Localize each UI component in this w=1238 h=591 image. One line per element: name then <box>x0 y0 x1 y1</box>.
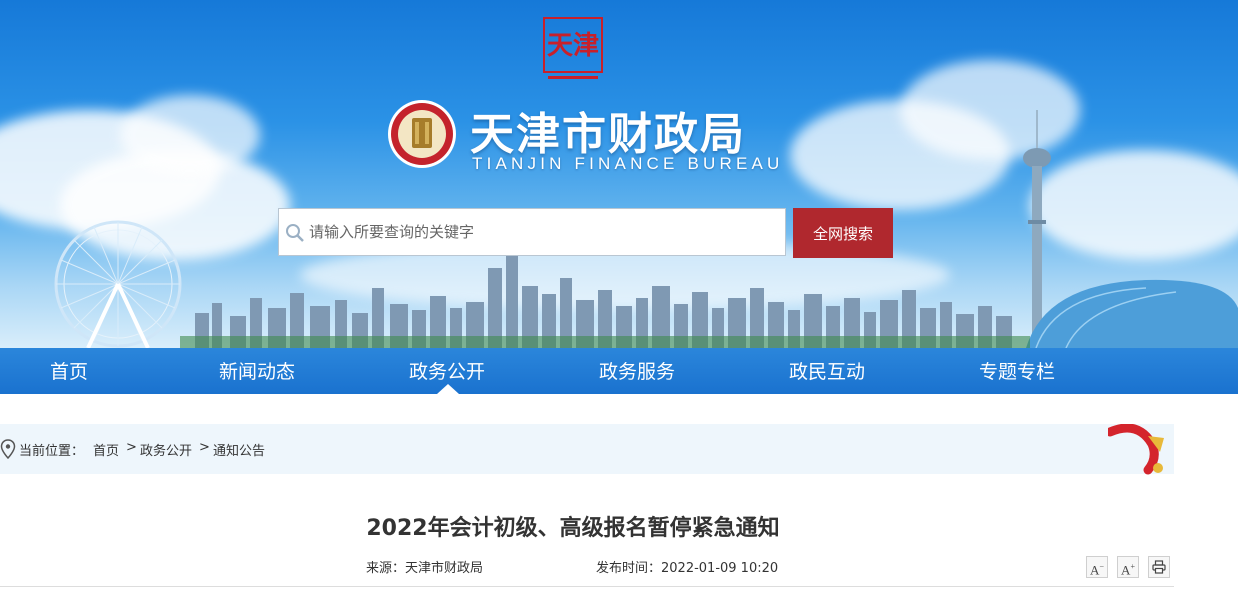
font-larger-button[interactable]: A+ <box>1117 556 1139 578</box>
cloud-decoration <box>120 95 260 175</box>
site-subtitle: TIANJIN FINANCE BUREAU <box>472 154 784 173</box>
nav-item-home[interactable]: 首页 <box>50 348 88 394</box>
breadcrumb-label: 当前位置： <box>19 444 85 459</box>
nav-item-services[interactable]: 政务服务 <box>599 348 675 394</box>
active-nav-indicator <box>437 384 459 394</box>
seal-text: 天津 <box>547 31 599 61</box>
printer-icon <box>1152 560 1166 574</box>
location-pin-icon <box>0 439 16 459</box>
article-publish-time: 发布时间：2022-01-09 10:20 <box>596 561 779 576</box>
finance-bureau-emblem <box>388 100 456 168</box>
search-box <box>278 208 786 256</box>
breadcrumb-separator: > <box>126 440 137 455</box>
site-search-button[interactable]: 全网搜索 <box>793 208 893 258</box>
breadcrumb-home[interactable]: 首页 <box>93 440 119 459</box>
header-divider <box>0 586 1174 587</box>
main-nav: 首页 新闻动态 政务公开 政务服务 政民互动 专题专栏 <box>0 348 1238 394</box>
article-title: 2022年会计初级、高级报名暂停紧急通知 <box>366 516 780 541</box>
search-icon <box>286 224 304 242</box>
breadcrumb-notices[interactable]: 通知公告 <box>213 440 265 459</box>
search-input[interactable] <box>309 209 779 255</box>
site-title: 天津市财政局 <box>470 109 746 160</box>
print-button[interactable] <box>1148 556 1170 578</box>
ribbon-decoration <box>1108 424 1164 475</box>
font-smaller-button[interactable]: A− <box>1086 556 1108 578</box>
tianjin-seal-logo: 天津 <box>543 17 603 79</box>
breadcrumb-separator: > <box>199 440 210 455</box>
header-banner: 天津 天津市财政局 TIANJIN FINANCE BUREAU 全网搜索 <box>0 0 1238 348</box>
nav-item-news[interactable]: 新闻动态 <box>219 348 295 394</box>
nav-item-special-topics[interactable]: 专题专栏 <box>979 348 1055 394</box>
nav-item-interaction[interactable]: 政民互动 <box>789 348 865 394</box>
article-source: 来源：天津市财政局 <box>366 561 484 576</box>
breadcrumb: 当前位置： 首页 > 政务公开 > 通知公告 <box>0 424 1174 474</box>
breadcrumb-government-affairs[interactable]: 政务公开 <box>140 440 192 459</box>
